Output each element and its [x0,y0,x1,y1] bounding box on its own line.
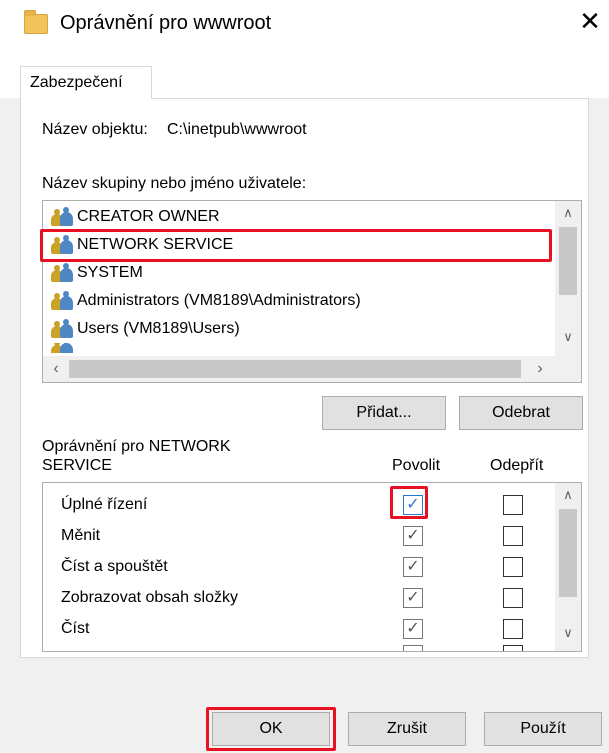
deny-checkbox[interactable] [503,588,523,608]
deny-checkbox[interactable] [503,495,523,515]
scrollbar-thumb[interactable] [559,509,577,597]
allow-checkbox[interactable]: ✓ [403,588,423,608]
highlight-ok-button [206,707,336,751]
deny-checkbox[interactable] [503,526,523,546]
cancel-button[interactable]: Zrušit [348,712,466,746]
add-button[interactable]: Přidat... [322,396,446,430]
deny-checkbox-partial [503,645,523,651]
users-icon [51,207,73,226]
remove-button[interactable]: Odebrat [459,396,583,430]
permissions-scrollbar[interactable]: ∧ ∨ [555,483,581,651]
users-icon [51,263,73,282]
allow-column-header: Povolit [392,457,441,474]
deny-checkbox[interactable] [503,557,523,577]
scroll-left-icon[interactable]: ‹ [47,360,65,378]
permissions-label-line1: Oprávnění pro NETWORK [42,438,231,455]
scroll-down-icon[interactable]: ∨ [555,329,581,345]
list-item-label: CREATOR OWNER [77,208,220,225]
scroll-down-icon[interactable]: ∨ [555,625,581,641]
object-path: C:\inetpub\wwwroot [167,121,307,138]
list-item[interactable]: SYSTEM [51,259,143,287]
folder-icon [24,10,48,34]
permissions-list[interactable]: Úplné řízení Měnit Číst a spouštět Zobra… [42,482,582,652]
permission-row: Úplné řízení [61,496,148,513]
group-listbox[interactable]: CREATOR OWNER NETWORK SERVICE SYSTEM Adm… [42,200,582,383]
list-item[interactable]: Administrators (VM8189\Administrators) [51,287,361,315]
tab-security[interactable]: Zabezpečení [20,66,152,99]
apply-button[interactable]: Použít [484,712,602,746]
allow-checkbox[interactable]: ✓ [403,557,423,577]
list-item-label: SYSTEM [77,264,143,281]
allow-checkbox[interactable]: ✓ [403,619,423,639]
window-title: Oprávnění pro wwwroot [60,12,272,34]
scrollbar-thumb[interactable] [559,227,577,295]
users-icon [51,319,73,338]
users-icon [51,291,73,310]
permission-row: Měnit [61,527,101,544]
vertical-scrollbar[interactable]: ∧ ∨ [555,201,581,356]
deny-checkbox[interactable] [503,619,523,639]
deny-column-header: Odepřít [490,457,544,474]
permission-row: Číst [61,620,90,637]
highlight-full-control-allow [390,486,428,519]
horizontal-scrollbar[interactable]: ‹ › [43,356,581,382]
highlight-network-service [40,229,552,262]
permission-row: Číst a spouštět [61,558,168,575]
list-item-label: Users (VM8189\Users) [77,320,240,337]
hscrollbar-thumb[interactable] [69,360,521,378]
allow-checkbox[interactable]: ✓ [403,526,423,546]
scroll-up-icon[interactable]: ∧ [555,205,581,221]
object-name-label: Název objektu: [42,121,148,138]
group-list-label: Název skupiny nebo jméno uživatele: [42,175,306,193]
allow-checkbox-partial [403,645,423,651]
scroll-up-icon[interactable]: ∧ [555,487,581,503]
users-icon [51,343,73,353]
permissions-label-line2: SERVICE [42,457,112,474]
close-button[interactable]: ✕ [575,6,605,36]
group-list-label-text: Název skupiny nebo jméno uživatele: [42,175,307,192]
list-item-label: Administrators (VM8189\Administrators) [77,292,361,309]
list-item[interactable]: CREATOR OWNER [51,203,220,231]
list-item-partial [51,343,77,353]
permission-row: Zobrazovat obsah složky [61,589,238,606]
list-item[interactable]: Users (VM8189\Users) [51,315,240,343]
scroll-right-icon[interactable]: › [531,360,549,378]
